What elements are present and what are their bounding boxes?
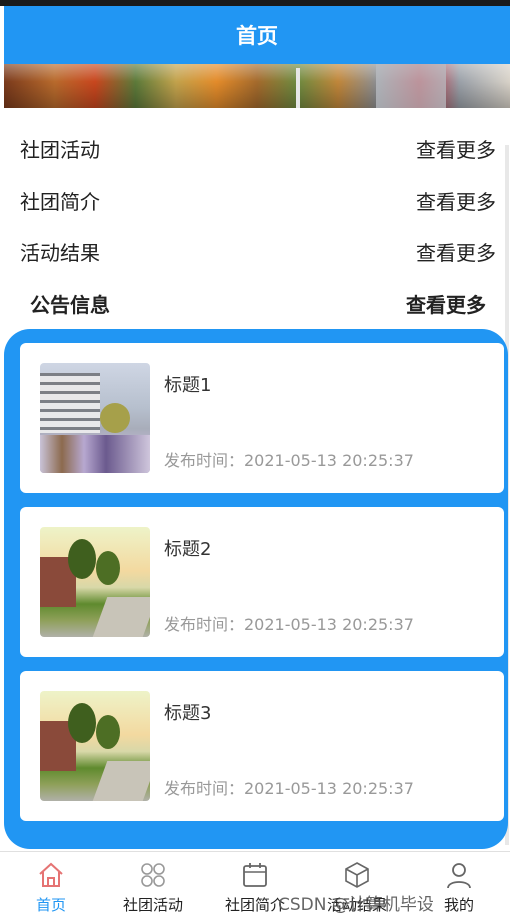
user-icon bbox=[444, 860, 474, 890]
notice-card[interactable]: 标题2 发布时间：2021-05-13 20:25:37 bbox=[20, 507, 504, 657]
section-row-results[interactable]: 活动结果 查看更多 bbox=[20, 231, 496, 271]
banner-building bbox=[376, 64, 446, 108]
section-row-notice[interactable]: 公告信息 查看更多 bbox=[30, 283, 486, 323]
banner-lamp-pole bbox=[296, 68, 300, 108]
section-row-activities[interactable]: 社团活动 查看更多 bbox=[20, 128, 496, 168]
tab-activities[interactable]: 社团活动 bbox=[102, 852, 204, 921]
tab-label: 首页 bbox=[35, 896, 66, 914]
notice-title: 标题1 bbox=[164, 375, 212, 396]
section-label: 社团简介 bbox=[20, 189, 100, 214]
notice-thumbnail bbox=[40, 363, 150, 473]
grid-icon bbox=[138, 860, 168, 890]
notice-publish-time: 发布时间：2021-05-13 20:25:37 bbox=[164, 451, 414, 470]
notice-thumbnail bbox=[40, 527, 150, 637]
home-icon bbox=[36, 860, 66, 890]
banner-image[interactable] bbox=[4, 64, 510, 108]
watermark-text: CSDN @计算机毕设 bbox=[278, 895, 434, 915]
box-icon bbox=[342, 860, 372, 890]
app-header: 首页 bbox=[4, 6, 510, 64]
section-row-intro[interactable]: 社团简介 查看更多 bbox=[20, 180, 496, 220]
view-more-link[interactable]: 查看更多 bbox=[416, 186, 496, 215]
view-more-link[interactable]: 查看更多 bbox=[406, 289, 486, 318]
section-label: 活动结果 bbox=[20, 240, 100, 265]
notice-title: 标题2 bbox=[164, 539, 212, 560]
calendar-icon bbox=[240, 860, 270, 890]
notice-list-panel: 标题1 发布时间：2021-05-13 20:25:37 标题2 发布时间：20… bbox=[4, 329, 508, 849]
tab-label: 我的 bbox=[443, 896, 474, 914]
notice-card[interactable]: 标题1 发布时间：2021-05-13 20:25:37 bbox=[20, 343, 504, 493]
notice-thumbnail bbox=[40, 691, 150, 801]
notice-publish-time: 发布时间：2021-05-13 20:25:37 bbox=[164, 779, 414, 798]
view-more-link[interactable]: 查看更多 bbox=[416, 134, 496, 163]
notice-title: 标题3 bbox=[164, 703, 212, 724]
tab-label: 社团简介 bbox=[224, 896, 285, 914]
notice-publish-time: 发布时间：2021-05-13 20:25:37 bbox=[164, 615, 414, 634]
tab-label: 社团活动 bbox=[122, 896, 183, 914]
section-label: 社团活动 bbox=[20, 137, 100, 162]
tab-home[interactable]: 首页 bbox=[0, 852, 102, 921]
view-more-link[interactable]: 查看更多 bbox=[416, 237, 496, 266]
page-title: 首页 bbox=[236, 24, 278, 48]
section-label: 公告信息 bbox=[30, 292, 110, 317]
notice-card[interactable]: 标题3 发布时间：2021-05-13 20:25:37 bbox=[20, 671, 504, 821]
